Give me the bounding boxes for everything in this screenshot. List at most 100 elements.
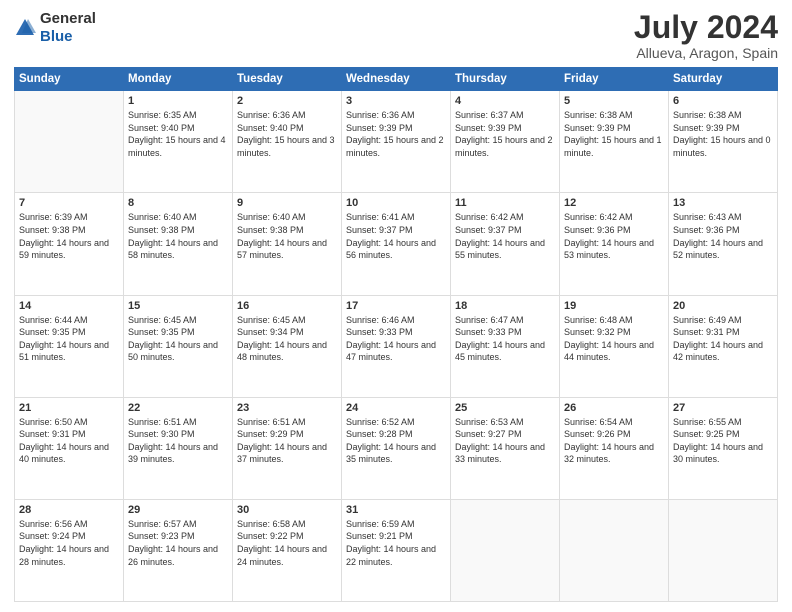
calendar-week-2: 7Sunrise: 6:39 AM Sunset: 9:38 PM Daylig… (15, 193, 778, 295)
calendar-cell: 8Sunrise: 6:40 AM Sunset: 9:38 PM Daylig… (124, 193, 233, 295)
day-info: Sunrise: 6:36 AM Sunset: 9:40 PM Dayligh… (237, 109, 337, 159)
calendar-cell: 4 Sunrise: 6:37 AM Sunset: 9:39 PM Daylig… (451, 91, 560, 193)
calendar-cell: 24 Sunrise: 6:52 AM Sunset: 9:28 PM Dayli… (342, 397, 451, 499)
day-number: 3 (346, 95, 446, 107)
day-number: 18 (455, 300, 555, 312)
weekday-header-sunday: Sunday (15, 68, 124, 91)
day-number: 31 (346, 504, 446, 516)
day-info: Sunrise: 6:58 AM Sunset: 9:22 PM Dayligh… (237, 518, 337, 568)
day-info: Sunrise: 6:42 AM Sunset: 9:37 PM Dayligh… (455, 211, 555, 261)
day-info: Sunrise: 6:38 AM Sunset: 9:39 PM Dayligh… (673, 109, 773, 159)
calendar-cell: 26 Sunrise: 6:54 AM Sunset: 9:26 PM Dayli… (560, 397, 669, 499)
day-number: 24 (346, 402, 446, 414)
day-info: Sunrise: 6:51 AM Sunset: 9:29 PM Dayligh… (237, 416, 337, 466)
weekday-header-monday: Monday (124, 68, 233, 91)
day-info: Sunrise: 6:55 AM Sunset: 9:25 PM Dayligh… (673, 416, 773, 466)
day-number: 28 (19, 504, 119, 516)
day-info: Sunrise: 6:36 AM Sunset: 9:39 PM Dayligh… (346, 109, 446, 159)
day-number: 4 (455, 95, 555, 107)
header: General Blue July 2024 Allueva, Aragon, … (14, 10, 778, 61)
day-info: Sunrise: 6:35 AM Sunset: 9:40 PM Dayligh… (128, 109, 228, 159)
calendar-cell: 18 Sunrise: 6:47 AM Sunset: 9:33 PM Dayli… (451, 295, 560, 397)
day-number: 20 (673, 300, 773, 312)
day-info: Sunrise: 6:48 AM Sunset: 9:32 PM Dayligh… (564, 314, 664, 364)
day-number: 5 (564, 95, 664, 107)
weekday-header-row: SundayMondayTuesdayWednesdayThursdayFrid… (15, 68, 778, 91)
day-info: Sunrise: 6:45 AM Sunset: 9:35 PM Dayligh… (128, 314, 228, 364)
calendar-cell: 21 Sunrise: 6:50 AM Sunset: 9:31 PM Dayli… (15, 397, 124, 499)
day-number: 2 (237, 95, 337, 107)
day-info: Sunrise: 6:47 AM Sunset: 9:33 PM Dayligh… (455, 314, 555, 364)
calendar-cell: 13Sunrise: 6:43 AM Sunset: 9:36 PM Dayli… (669, 193, 778, 295)
calendar-cell: 28 Sunrise: 6:56 AM Sunset: 9:24 PM Dayli… (15, 499, 124, 601)
calendar-cell: 14Sunrise: 6:44 AM Sunset: 9:35 PM Dayli… (15, 295, 124, 397)
calendar-cell (15, 91, 124, 193)
day-number: 23 (237, 402, 337, 414)
calendar-cell (451, 499, 560, 601)
calendar-cell: 9 Sunrise: 6:40 AM Sunset: 9:38 PM Daylig… (233, 193, 342, 295)
day-number: 11 (455, 197, 555, 209)
day-info: Sunrise: 6:59 AM Sunset: 9:21 PM Dayligh… (346, 518, 446, 568)
calendar-cell: 1 Sunrise: 6:35 AM Sunset: 9:40 PM Daylig… (124, 91, 233, 193)
location: Allueva, Aragon, Spain (634, 45, 778, 61)
day-number: 26 (564, 402, 664, 414)
day-info: Sunrise: 6:39 AM Sunset: 9:38 PM Dayligh… (19, 211, 119, 261)
weekday-header-tuesday: Tuesday (233, 68, 342, 91)
day-number: 27 (673, 402, 773, 414)
weekday-header-friday: Friday (560, 68, 669, 91)
calendar-cell: 16Sunrise: 6:45 AM Sunset: 9:34 PM Dayli… (233, 295, 342, 397)
day-number: 17 (346, 300, 446, 312)
calendar-cell: 15 Sunrise: 6:45 AM Sunset: 9:35 PM Dayli… (124, 295, 233, 397)
day-info: Sunrise: 6:56 AM Sunset: 9:24 PM Dayligh… (19, 518, 119, 568)
calendar-cell: 2 Sunrise: 6:36 AM Sunset: 9:40 PM Daylig… (233, 91, 342, 193)
weekday-header-wednesday: Wednesday (342, 68, 451, 91)
day-info: Sunrise: 6:52 AM Sunset: 9:28 PM Dayligh… (346, 416, 446, 466)
calendar-cell: 29Sunrise: 6:57 AM Sunset: 9:23 PM Dayli… (124, 499, 233, 601)
day-info: Sunrise: 6:50 AM Sunset: 9:31 PM Dayligh… (19, 416, 119, 466)
day-info: Sunrise: 6:46 AM Sunset: 9:33 PM Dayligh… (346, 314, 446, 364)
calendar-week-3: 14Sunrise: 6:44 AM Sunset: 9:35 PM Dayli… (15, 295, 778, 397)
calendar-cell: 31 Sunrise: 6:59 AM Sunset: 9:21 PM Dayli… (342, 499, 451, 601)
page-container: General Blue July 2024 Allueva, Aragon, … (0, 0, 792, 612)
day-number: 14 (19, 300, 119, 312)
calendar-cell: 3 Sunrise: 6:36 AM Sunset: 9:39 PM Daylig… (342, 91, 451, 193)
logo-icon (14, 17, 36, 39)
calendar-cell: 19 Sunrise: 6:48 AM Sunset: 9:32 PM Dayli… (560, 295, 669, 397)
day-number: 10 (346, 197, 446, 209)
day-number: 29 (128, 504, 228, 516)
day-info: Sunrise: 6:54 AM Sunset: 9:26 PM Dayligh… (564, 416, 664, 466)
calendar-cell: 30Sunrise: 6:58 AM Sunset: 9:22 PM Dayli… (233, 499, 342, 601)
calendar-cell: 10 Sunrise: 6:41 AM Sunset: 9:37 PM Dayli… (342, 193, 451, 295)
day-info: Sunrise: 6:42 AM Sunset: 9:36 PM Dayligh… (564, 211, 664, 261)
month-year: July 2024 (634, 10, 778, 45)
day-number: 6 (673, 95, 773, 107)
day-number: 16 (237, 300, 337, 312)
calendar-cell: 7Sunrise: 6:39 AM Sunset: 9:38 PM Daylig… (15, 193, 124, 295)
weekday-header-thursday: Thursday (451, 68, 560, 91)
logo: General Blue (14, 10, 96, 46)
day-number: 15 (128, 300, 228, 312)
calendar-cell: 27 Sunrise: 6:55 AM Sunset: 9:25 PM Dayli… (669, 397, 778, 499)
calendar-cell (669, 499, 778, 601)
calendar-week-1: 1 Sunrise: 6:35 AM Sunset: 9:40 PM Daylig… (15, 91, 778, 193)
day-info: Sunrise: 6:40 AM Sunset: 9:38 PM Dayligh… (237, 211, 337, 261)
calendar-cell: 22 Sunrise: 6:51 AM Sunset: 9:30 PM Dayli… (124, 397, 233, 499)
day-info: Sunrise: 6:51 AM Sunset: 9:30 PM Dayligh… (128, 416, 228, 466)
calendar-cell: 12Sunrise: 6:42 AM Sunset: 9:36 PM Dayli… (560, 193, 669, 295)
day-number: 22 (128, 402, 228, 414)
day-number: 8 (128, 197, 228, 209)
day-number: 1 (128, 95, 228, 107)
calendar-cell: 5Sunrise: 6:38 AM Sunset: 9:39 PM Daylig… (560, 91, 669, 193)
calendar-cell: 11 Sunrise: 6:42 AM Sunset: 9:37 PM Dayli… (451, 193, 560, 295)
day-number: 9 (237, 197, 337, 209)
calendar-cell: 23 Sunrise: 6:51 AM Sunset: 9:29 PM Dayli… (233, 397, 342, 499)
logo-blue-text: Blue (40, 28, 73, 45)
day-info: Sunrise: 6:37 AM Sunset: 9:39 PM Dayligh… (455, 109, 555, 159)
day-number: 19 (564, 300, 664, 312)
day-number: 13 (673, 197, 773, 209)
day-info: Sunrise: 6:41 AM Sunset: 9:37 PM Dayligh… (346, 211, 446, 261)
calendar-week-5: 28 Sunrise: 6:56 AM Sunset: 9:24 PM Dayli… (15, 499, 778, 601)
calendar-cell: 17 Sunrise: 6:46 AM Sunset: 9:33 PM Dayli… (342, 295, 451, 397)
day-number: 21 (19, 402, 119, 414)
day-info: Sunrise: 6:53 AM Sunset: 9:27 PM Dayligh… (455, 416, 555, 466)
